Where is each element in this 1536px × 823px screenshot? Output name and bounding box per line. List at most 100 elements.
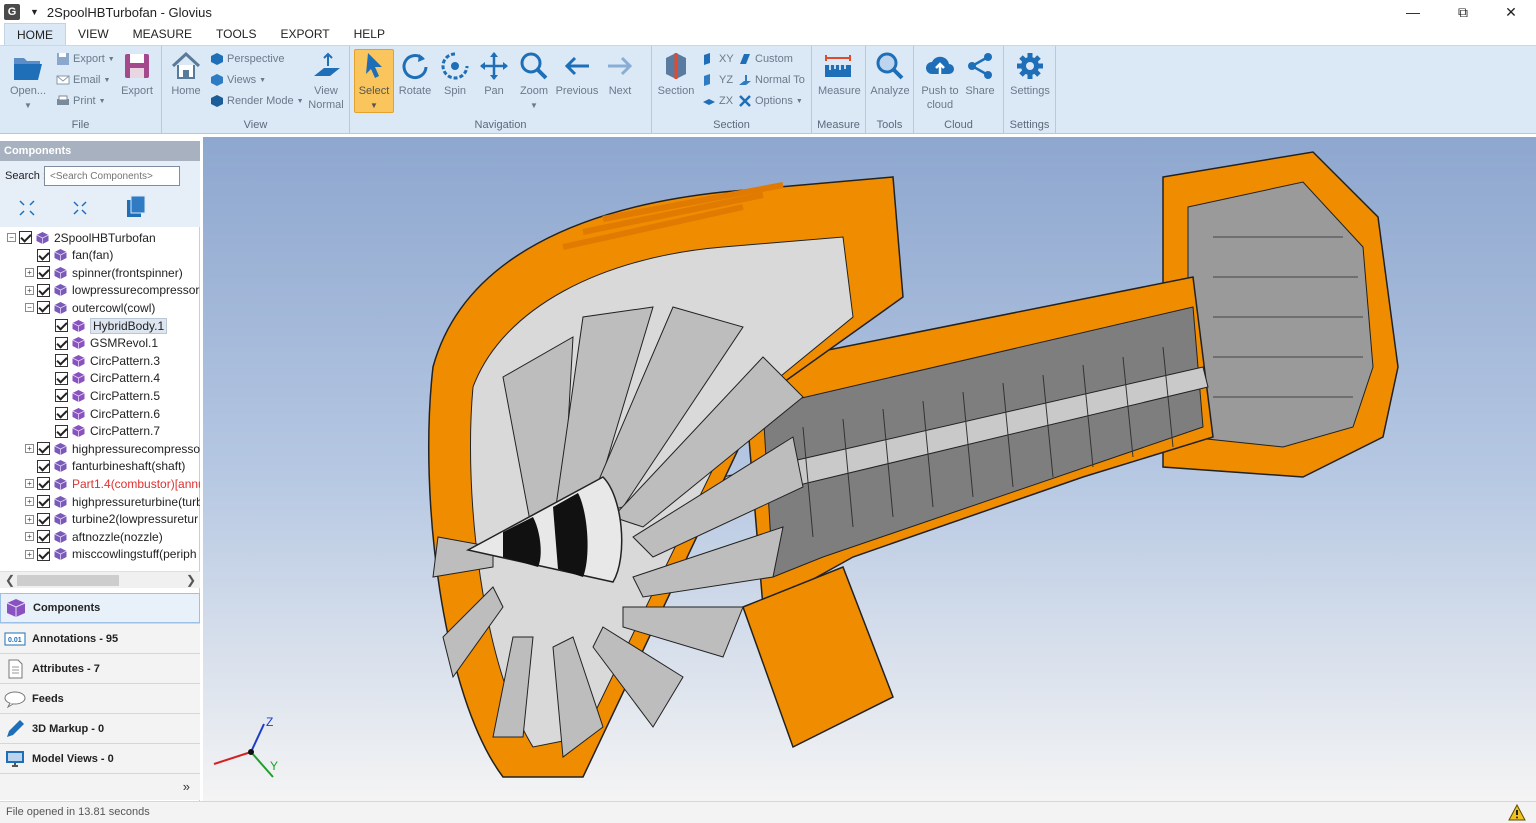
search-components-input[interactable] bbox=[44, 166, 180, 186]
measure-button[interactable]: Measure bbox=[818, 50, 861, 98]
collapse-node-icon[interactable]: − bbox=[25, 303, 34, 313]
expand-node-icon[interactable]: + bbox=[25, 444, 34, 454]
visibility-checkbox[interactable] bbox=[37, 459, 50, 473]
visibility-checkbox[interactable] bbox=[55, 354, 68, 368]
tree-item[interactable]: CircPattern.7 bbox=[43, 423, 160, 440]
tab-view[interactable]: VIEW bbox=[66, 23, 121, 45]
copy-document-icon[interactable] bbox=[125, 195, 147, 219]
visibility-checkbox[interactable] bbox=[37, 512, 50, 526]
double-chevron-down-icon[interactable]: » bbox=[183, 779, 190, 794]
rotate-button[interactable]: Rotate bbox=[395, 50, 435, 98]
visibility-checkbox[interactable] bbox=[55, 407, 68, 420]
home-button[interactable]: Home bbox=[166, 50, 206, 98]
warning-icon[interactable] bbox=[1508, 804, 1526, 821]
scrollbar-thumb[interactable] bbox=[17, 575, 119, 586]
tree-item[interactable]: CircPattern.6 bbox=[43, 405, 160, 422]
previous-button[interactable]: Previous bbox=[554, 50, 600, 98]
export-button[interactable]: Export bbox=[117, 50, 157, 98]
tab-feeds[interactable]: Feeds bbox=[0, 683, 200, 713]
scroll-right-icon[interactable]: ❯ bbox=[186, 573, 196, 587]
visibility-checkbox[interactable] bbox=[55, 389, 68, 403]
expand-node-icon[interactable]: + bbox=[25, 479, 34, 489]
tree-item[interactable]: − outercowl(cowl) bbox=[25, 299, 155, 316]
render-mode-button[interactable]: Render Mode ▼ bbox=[210, 94, 304, 108]
collapse-node-icon[interactable]: − bbox=[7, 233, 16, 242]
expand-node-icon[interactable]: + bbox=[25, 268, 34, 278]
visibility-checkbox[interactable] bbox=[55, 424, 68, 438]
tab-annotations[interactable]: 0.01 Annotations - 95 bbox=[0, 623, 200, 653]
section-zx-button[interactable]: ZX bbox=[702, 94, 733, 108]
tree-item[interactable]: fan(fan) bbox=[25, 247, 113, 264]
scroll-left-icon[interactable]: ❮ bbox=[5, 573, 15, 587]
tree-item[interactable]: CircPattern.3 bbox=[43, 352, 160, 369]
tree-item[interactable]: HybridBody.1 bbox=[43, 317, 168, 334]
tab-home[interactable]: HOME bbox=[4, 23, 66, 45]
pan-button[interactable]: Pan bbox=[474, 50, 514, 98]
visibility-checkbox[interactable] bbox=[37, 495, 50, 508]
push-to-cloud-button[interactable]: Push to cloud bbox=[920, 50, 960, 112]
visibility-checkbox[interactable] bbox=[37, 477, 50, 491]
section-options-button[interactable]: Options ▼ bbox=[738, 94, 803, 108]
section-custom-button[interactable]: Custom bbox=[738, 52, 793, 66]
tab-model-views[interactable]: Model Views - 0 bbox=[0, 743, 200, 773]
tree-item[interactable]: + aftnozzle(nozzle) bbox=[25, 528, 163, 545]
tree-item[interactable]: + highpressurecompressor bbox=[25, 440, 200, 457]
visibility-checkbox[interactable] bbox=[19, 231, 32, 244]
tab-tools[interactable]: TOOLS bbox=[204, 23, 268, 45]
tree-horizontal-scrollbar[interactable]: ❮ ❯ bbox=[0, 571, 200, 588]
tree-item[interactable]: GSMRevol.1 bbox=[43, 335, 158, 352]
view-normal-button[interactable]: View Normal bbox=[306, 50, 346, 112]
expand-all-icon[interactable] bbox=[18, 199, 36, 217]
print-menu-button[interactable]: Print ▼ bbox=[56, 94, 106, 108]
share-button[interactable]: Share bbox=[960, 50, 1000, 98]
export-menu-button[interactable]: Export ▼ bbox=[56, 52, 115, 66]
tab-attributes[interactable]: Attributes - 7 bbox=[0, 653, 200, 683]
tree-item[interactable]: + Part1.4(combustor)[annu bbox=[25, 475, 200, 492]
visibility-checkbox[interactable] bbox=[55, 371, 68, 385]
visibility-checkbox[interactable] bbox=[55, 336, 68, 350]
visibility-checkbox[interactable] bbox=[37, 283, 50, 297]
visibility-checkbox[interactable] bbox=[37, 266, 50, 280]
tab-3d-markup[interactable]: 3D Markup - 0 bbox=[0, 713, 200, 743]
quick-access-dropdown-icon[interactable]: ▼ bbox=[30, 7, 39, 17]
views-menu-button[interactable]: Views ▼ bbox=[210, 73, 266, 87]
visibility-checkbox[interactable] bbox=[55, 319, 68, 332]
close-button[interactable]: ✕ bbox=[1488, 0, 1534, 24]
select-button[interactable]: Select ▼ bbox=[354, 49, 394, 113]
perspective-button[interactable]: Perspective bbox=[210, 52, 284, 66]
open-button[interactable]: Open... ▼ bbox=[8, 50, 48, 113]
expand-node-icon[interactable]: + bbox=[25, 549, 34, 559]
expand-node-icon[interactable]: + bbox=[25, 285, 34, 295]
tab-help[interactable]: HELP bbox=[342, 23, 397, 45]
tree-item[interactable]: + misccowlingstuff(periph bbox=[25, 546, 197, 563]
tab-export[interactable]: EXPORT bbox=[268, 23, 341, 45]
spin-button[interactable]: Spin bbox=[435, 50, 475, 98]
tab-components[interactable]: Components bbox=[0, 593, 200, 623]
app-logo-icon[interactable]: G bbox=[4, 4, 20, 20]
tree-item[interactable]: + highpressureturbine(turb bbox=[25, 493, 200, 510]
visibility-checkbox[interactable] bbox=[37, 547, 50, 561]
section-button[interactable]: Section bbox=[656, 50, 696, 98]
tree-item[interactable]: − 2SpoolHBTurbofan bbox=[7, 229, 156, 246]
analyze-button[interactable]: Analyze bbox=[870, 50, 910, 98]
visibility-checkbox[interactable] bbox=[37, 301, 50, 315]
restore-button[interactable]: ⧉ bbox=[1440, 0, 1486, 24]
email-menu-button[interactable]: Email ▼ bbox=[56, 73, 110, 87]
visibility-checkbox[interactable] bbox=[37, 530, 50, 544]
collapse-all-icon[interactable] bbox=[71, 199, 89, 217]
settings-button[interactable]: Settings bbox=[1010, 50, 1050, 98]
minimize-button[interactable]: — bbox=[1390, 0, 1436, 24]
tree-item[interactable]: + turbine2(lowpressuretur bbox=[25, 511, 198, 528]
expand-node-icon[interactable]: + bbox=[25, 532, 34, 542]
tree-item[interactable]: + lowpressurecompressor bbox=[25, 282, 199, 299]
tree-item[interactable]: fanturbineshaft(shaft) bbox=[25, 458, 185, 475]
section-xy-button[interactable]: XY bbox=[702, 52, 734, 66]
3d-viewport[interactable]: Z Y bbox=[203, 137, 1536, 801]
zoom-button[interactable]: Zoom ▼ bbox=[514, 50, 554, 113]
tree-item[interactable]: + spinner(frontspinner) bbox=[25, 264, 183, 281]
section-normal-to-button[interactable]: Normal To bbox=[738, 73, 805, 87]
visibility-checkbox[interactable] bbox=[37, 248, 50, 262]
tree-item[interactable]: CircPattern.5 bbox=[43, 387, 160, 404]
visibility-checkbox[interactable] bbox=[37, 442, 50, 456]
tab-measure[interactable]: MEASURE bbox=[121, 23, 204, 45]
